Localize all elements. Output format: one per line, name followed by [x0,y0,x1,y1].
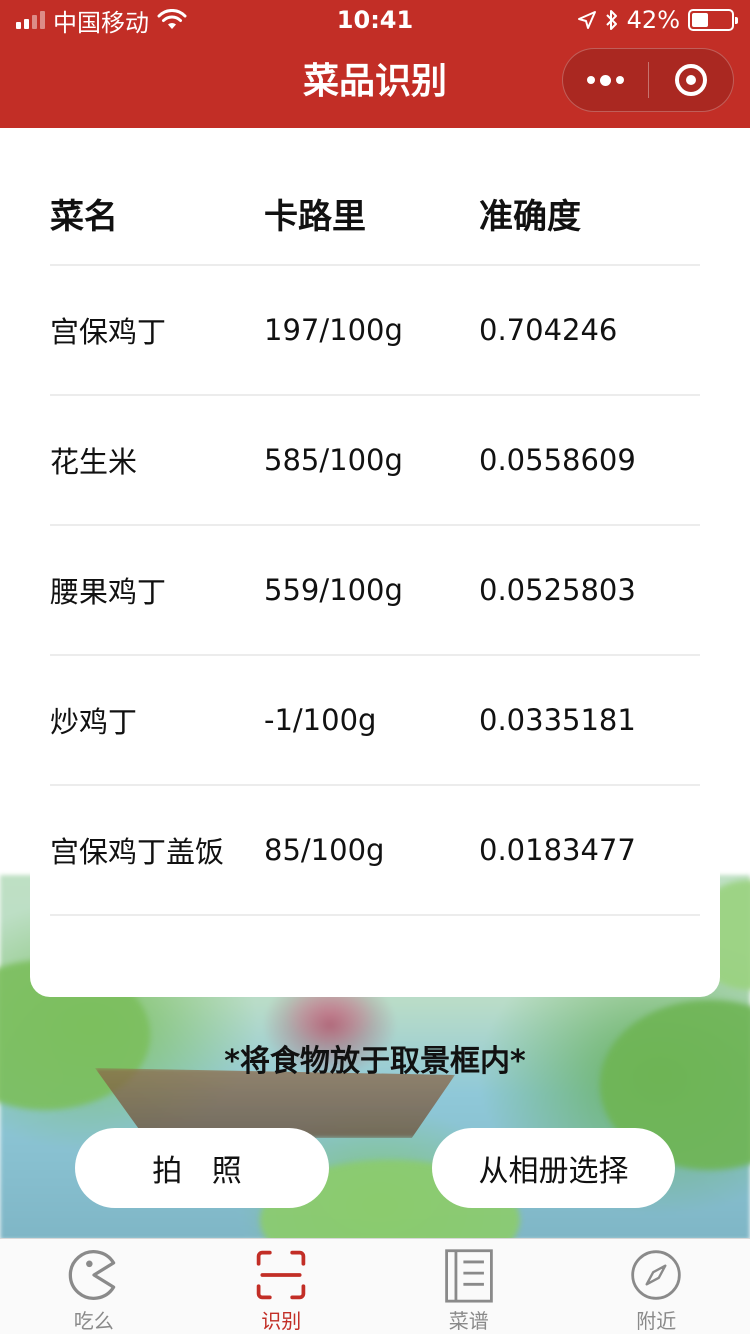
tab-label: 菜谱 [448,1309,489,1333]
tab-recognize[interactable]: 识别 [188,1239,376,1334]
scan-icon [256,1250,306,1300]
table-header: 菜名 卡路里 准确度 [50,128,700,266]
pacman-icon [68,1250,115,1300]
status-left: 中国移动 [16,3,187,38]
dish-accuracy: 0.0558609 [479,443,636,477]
choose-from-album-button[interactable]: 从相册选择 [432,1128,675,1208]
wifi-icon [157,9,187,29]
table-row: 炒鸡丁 -1/100g 0.0335181 [50,656,700,786]
compass-icon [631,1250,681,1300]
camera-hint: *将食物放于取景框内* [224,1044,526,1079]
table-row: 宫保鸡丁盖饭 85/100g 0.0183477 [50,786,700,916]
header-name: 菜名 [50,196,118,237]
dish-name: 宫保鸡丁 [50,315,167,349]
dish-name: 腰果鸡丁 [50,575,167,609]
recipe-book-icon [444,1249,493,1303]
tab-eat[interactable]: 吃么 [0,1239,188,1334]
signal-icon [16,11,45,29]
dish-accuracy: 0.0525803 [479,573,636,607]
status-right: 42% [577,6,738,34]
target-circle-icon [674,64,707,96]
dish-name: 炒鸡丁 [50,705,138,739]
battery-percent: 42% [626,6,680,34]
close-miniprogram-button[interactable] [649,49,734,111]
bluetooth-icon [605,10,617,30]
dish-name: 花生米 [50,445,138,479]
carrier-label: 中国移动 [53,8,149,37]
tab-bar: 吃么 识别 菜谱 附近 [0,1238,750,1334]
battery-icon [688,9,738,31]
dish-accuracy: 0.704246 [479,313,618,347]
tab-label: 识别 [261,1309,302,1333]
tab-label: 附近 [636,1309,677,1333]
app-root: 中国移动 10:41 42% 菜品识别 菜名 卡路里 准确度 宫保鸡丁 197/… [0,0,750,1334]
header-calories: 卡路里 [264,196,366,237]
dish-calories: -1/100g [264,703,377,737]
tab-label: 吃么 [73,1309,114,1333]
nav-bar: 菜品识别 [0,40,750,128]
result-card: 菜名 卡路里 准确度 宫保鸡丁 197/100g 0.704246 花生米 58… [30,128,720,997]
location-arrow-icon [577,11,596,29]
header-accuracy: 准确度 [479,196,581,237]
miniprogram-capsule [562,48,734,112]
take-photo-button[interactable]: 拍 照 [75,1128,329,1208]
dish-calories: 197/100g [264,313,403,347]
table-row: 腰果鸡丁 559/100g 0.0525803 [50,526,700,656]
more-button[interactable] [563,49,648,111]
dish-calories: 85/100g [264,833,385,867]
dish-calories: 559/100g [264,573,403,607]
dish-calories: 585/100g [264,443,403,477]
tab-recipes[interactable]: 菜谱 [375,1239,563,1334]
dish-accuracy: 0.0335181 [479,703,636,737]
more-dots-icon [586,74,624,86]
dish-name: 宫保鸡丁盖饭 [50,835,225,869]
table-row: 花生米 585/100g 0.0558609 [50,396,700,526]
battery-fill [692,13,708,27]
tab-nearby[interactable]: 附近 [563,1239,750,1334]
dish-accuracy: 0.0183477 [479,833,636,867]
status-bar: 中国移动 10:41 42% [0,0,750,40]
table-row: 宫保鸡丁 197/100g 0.704246 [50,266,700,396]
